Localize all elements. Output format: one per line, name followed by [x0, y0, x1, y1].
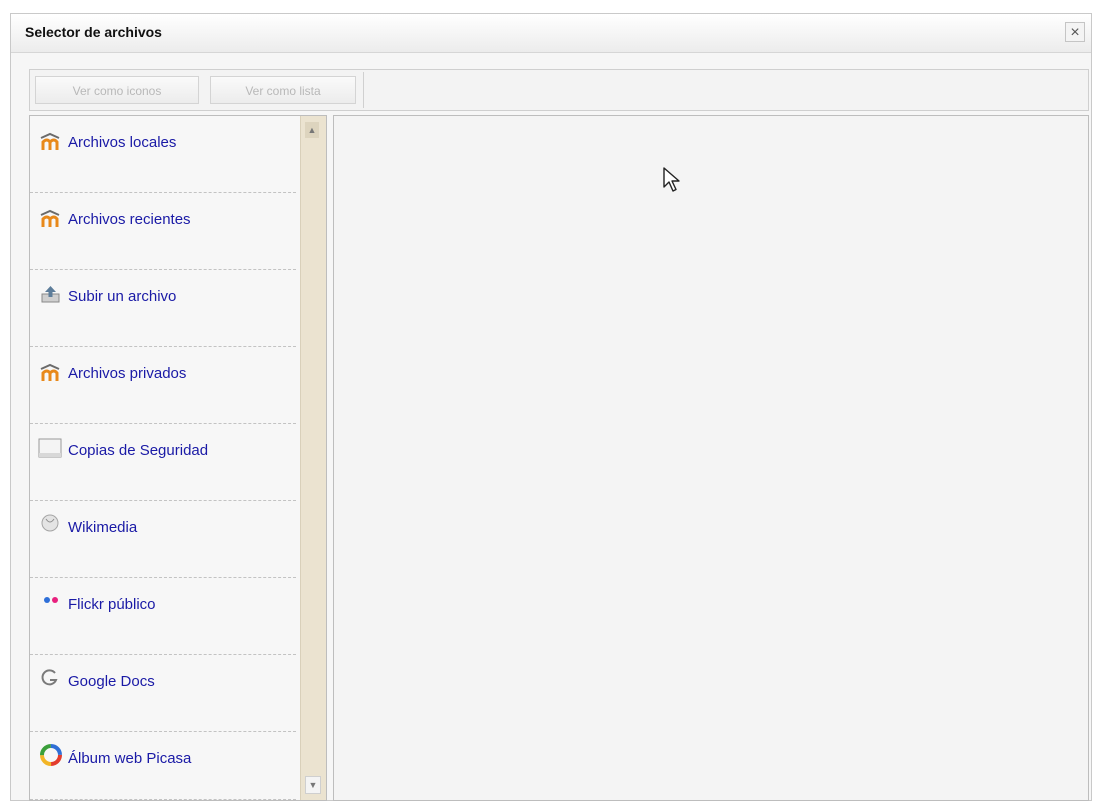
view-as-icons-button[interactable]: Ver como iconos: [35, 76, 199, 104]
repo-item-archivos-privados[interactable]: Archivos privados: [30, 347, 296, 424]
repo-item-wikimedia[interactable]: Wikimedia: [30, 501, 296, 578]
wikimedia-icon: [40, 513, 62, 533]
close-button[interactable]: ×: [1065, 22, 1085, 42]
repo-label: Google Docs: [68, 673, 155, 690]
moodle-icon: [40, 132, 62, 152]
view-toolbar: Ver como iconos Ver como lista: [29, 69, 1089, 111]
scroll-down-arrow[interactable]: ▼: [305, 776, 321, 794]
moodle-icon: [40, 209, 62, 229]
repo-item-archivos-recientes[interactable]: Archivos recientes: [30, 193, 296, 270]
dialog-titlebar: Selector de archivos ×: [11, 14, 1091, 53]
repo-label: Flickr público: [68, 596, 156, 613]
repo-label: Subir un archivo: [68, 288, 177, 305]
repo-item-picasa[interactable]: Álbum web Picasa: [30, 732, 296, 800]
file-picker-dialog: Selector de archivos × Ver como iconos V…: [10, 13, 1092, 801]
repo-label: Copias de Seguridad: [68, 442, 209, 459]
repo-item-flickr-publico[interactable]: Flickr público: [30, 578, 296, 655]
dialog-title: Selector de archivos: [25, 24, 162, 40]
close-icon: ×: [1070, 24, 1080, 41]
repo-item-google-docs[interactable]: Google Docs: [30, 655, 296, 732]
upload-icon: [40, 284, 62, 304]
flickr-icon: [40, 592, 62, 612]
repo-item-archivos-locales[interactable]: Archivos locales: [30, 116, 296, 193]
repository-list-scrollbar[interactable]: ▲ ▼: [300, 116, 326, 800]
repo-label: Archivos privados: [68, 365, 187, 382]
backup-icon: [38, 437, 62, 458]
repo-label: Wikimedia: [68, 519, 138, 536]
toolbar-divider: [363, 72, 364, 108]
repo-label: Archivos locales: [68, 134, 177, 151]
repo-label: Álbum web Picasa: [68, 750, 192, 767]
google-icon: [40, 668, 62, 688]
file-content-area[interactable]: [333, 115, 1089, 801]
moodle-icon: [40, 363, 62, 383]
repo-label: Archivos recientes: [68, 211, 191, 228]
repo-item-copias-seguridad[interactable]: Copias de Seguridad: [30, 424, 296, 501]
repository-list: Archivos locales Archivos recientes Subi…: [29, 115, 327, 801]
picasa-icon: [40, 744, 62, 766]
scroll-up-arrow[interactable]: ▲: [305, 122, 319, 138]
repo-item-subir-archivo[interactable]: Subir un archivo: [30, 270, 296, 347]
view-as-list-button[interactable]: Ver como lista: [210, 76, 356, 104]
mouse-pointer-icon: [663, 167, 681, 198]
